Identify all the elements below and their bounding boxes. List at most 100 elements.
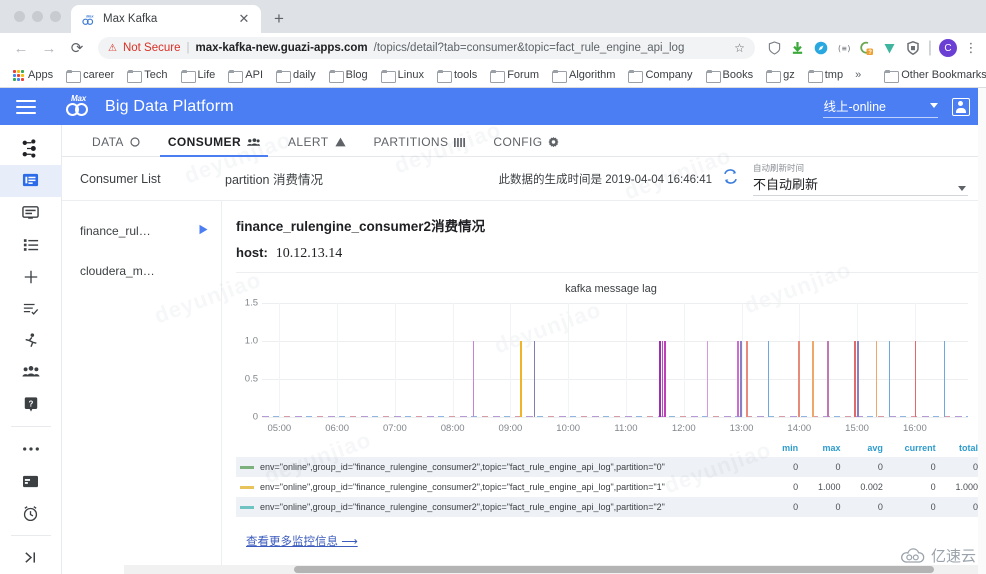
folder-icon bbox=[228, 69, 244, 83]
menu-hamburger-icon[interactable] bbox=[16, 99, 36, 114]
new-tab-button[interactable]: + bbox=[265, 5, 293, 33]
browser-tab[interactable]: Max Max Kafka ✕ bbox=[71, 5, 261, 33]
guard-icon[interactable] bbox=[905, 40, 921, 56]
bookmark-apps[interactable]: Apps bbox=[8, 67, 58, 83]
host-label: host: bbox=[236, 245, 268, 260]
back-icon[interactable]: ← bbox=[8, 35, 34, 61]
bookmark-life[interactable]: Life bbox=[176, 67, 221, 83]
rail-item-tasks[interactable] bbox=[0, 293, 62, 325]
consumer-list-label: Consumer List bbox=[80, 171, 161, 186]
browser-window: Max Max Kafka ✕ + ← → ⟳ ⚠ Not Secure | m… bbox=[0, 0, 986, 574]
parens-icon[interactable]: (≡) bbox=[836, 40, 852, 56]
bookmark-forum[interactable]: Forum bbox=[485, 67, 544, 83]
bookmark-books[interactable]: Books bbox=[701, 67, 759, 83]
rail-item-groups[interactable] bbox=[0, 356, 62, 388]
environment-select[interactable]: 线上-online bbox=[823, 96, 938, 118]
scrollbar-thumb[interactable] bbox=[294, 566, 934, 573]
gridline-vertical bbox=[625, 303, 627, 417]
rail-item-more[interactable] bbox=[0, 433, 62, 465]
bookmark-blog[interactable]: Blog bbox=[324, 67, 373, 83]
bookmark-daily[interactable]: daily bbox=[271, 67, 321, 83]
browser-menu-icon[interactable]: ⋮ bbox=[964, 40, 978, 56]
rail-item-add[interactable] bbox=[0, 261, 62, 293]
x-axis-tick: 14:00 bbox=[787, 423, 812, 434]
rail-item-list[interactable] bbox=[0, 229, 62, 261]
divider: | bbox=[927, 39, 932, 56]
circle-icon bbox=[130, 137, 140, 147]
gridline-vertical bbox=[510, 303, 512, 417]
maximize-window-button[interactable] bbox=[50, 11, 61, 22]
list-item[interactable]: finance_rul… bbox=[62, 211, 221, 251]
forward-icon[interactable]: → bbox=[36, 35, 62, 61]
bookmark-star-icon[interactable]: ☆ bbox=[734, 41, 745, 55]
close-icon[interactable]: ✕ bbox=[236, 11, 252, 27]
rail-item-collapse[interactable] bbox=[0, 542, 62, 574]
data-spike bbox=[706, 341, 709, 417]
bookmark-gz[interactable]: gz bbox=[761, 67, 800, 83]
bookmark-company[interactable]: Company bbox=[623, 67, 697, 83]
cell-current: 0 bbox=[930, 462, 936, 472]
user-account-icon[interactable] bbox=[952, 97, 970, 116]
rail-item-kafka-logo[interactable] bbox=[0, 133, 62, 165]
kafka-message-lag-chart[interactable]: 0 0.5 1.0 1.5 05:00 06:00 07:00 08:00 09:00 10:00… bbox=[236, 298, 972, 435]
bookmark-tmp[interactable]: tmp bbox=[803, 67, 848, 83]
bookmark-career[interactable]: career bbox=[61, 67, 119, 83]
rail-item-topics[interactable] bbox=[0, 164, 62, 197]
bookmarks-overflow-icon[interactable]: » bbox=[851, 69, 865, 81]
consumer-list-pane: finance_rul… cloudera_m… bbox=[62, 201, 222, 574]
tab-config[interactable]: CONFIG bbox=[479, 135, 573, 156]
y-axis-tick: 1.0 bbox=[244, 335, 258, 347]
data-spike bbox=[798, 341, 800, 417]
minimize-window-button[interactable] bbox=[32, 11, 43, 22]
col-avg: avg bbox=[867, 443, 883, 453]
gridline-vertical bbox=[683, 303, 685, 417]
download-icon[interactable] bbox=[790, 40, 806, 56]
rail-item-monitor[interactable] bbox=[0, 197, 62, 229]
tab-consumer[interactable]: CONSUMER bbox=[154, 135, 274, 157]
shield-icon[interactable] bbox=[767, 40, 783, 56]
tab-alert[interactable]: ALERT bbox=[274, 135, 359, 156]
table-row[interactable]: env="online",group_id="finance_rulengine… bbox=[236, 497, 986, 517]
detail-title: finance_rulengine_consumer2消费情况 bbox=[236, 219, 486, 234]
other-bookmarks[interactable]: Other Bookmarks bbox=[879, 67, 986, 83]
rail-item-help[interactable]: ? bbox=[0, 388, 62, 420]
bookmark-label: tmp bbox=[824, 69, 844, 81]
table-row[interactable]: env="online",group_id="finance_rulengine… bbox=[236, 477, 986, 497]
bookmark-algorithm[interactable]: Algorithm bbox=[547, 67, 620, 83]
rail-item-flow[interactable] bbox=[0, 325, 62, 357]
tab-data[interactable]: DATA bbox=[78, 135, 154, 156]
x-axis-tick: 06:00 bbox=[325, 423, 349, 434]
bookmark-tech[interactable]: Tech bbox=[122, 67, 172, 83]
folder-icon bbox=[380, 69, 396, 83]
auto-refresh-select[interactable]: 自动刷新时间 不自动刷新 bbox=[753, 162, 968, 196]
gridline bbox=[262, 417, 968, 418]
horizontal-scrollbar[interactable] bbox=[124, 565, 986, 574]
refresh-icon[interactable] bbox=[722, 169, 739, 188]
left-rail: ? bbox=[0, 125, 62, 574]
bookmark-api[interactable]: API bbox=[223, 67, 268, 83]
compass-icon[interactable] bbox=[813, 40, 829, 56]
rail-item-alarm[interactable] bbox=[0, 497, 62, 529]
tab-partitions[interactable]: PARTITIONS bbox=[360, 135, 480, 156]
profile-avatar[interactable]: C bbox=[939, 39, 957, 57]
x-axis-tick: 13:00 bbox=[729, 423, 754, 434]
tab-label: ALERT bbox=[288, 135, 329, 149]
v-icon[interactable] bbox=[882, 40, 898, 56]
y-axis-tick: 1.5 bbox=[244, 297, 258, 309]
more-monitoring-link[interactable]: 查看更多监控信息 ⟶ bbox=[246, 533, 986, 549]
play-triangle-icon[interactable] bbox=[198, 224, 209, 238]
data-spike bbox=[746, 341, 748, 417]
close-window-button[interactable] bbox=[14, 11, 25, 22]
address-bar[interactable]: ⚠ Not Secure | max-kafka-new.guazi-apps.… bbox=[98, 37, 755, 59]
table-row[interactable]: env="online",group_id="finance_rulengine… bbox=[236, 457, 986, 477]
bookmark-tools[interactable]: tools bbox=[432, 67, 482, 83]
data-spike bbox=[472, 341, 475, 417]
folder-icon bbox=[66, 69, 82, 83]
rail-item-archive[interactable] bbox=[0, 465, 62, 497]
tag-icon[interactable]: ? bbox=[859, 40, 875, 56]
list-item[interactable]: cloudera_m… bbox=[62, 251, 221, 291]
cell-max: 1.000 bbox=[817, 482, 841, 492]
reload-icon[interactable]: ⟳ bbox=[64, 35, 90, 61]
series-name-cell: env="online",group_id="finance_rulengine… bbox=[236, 457, 772, 477]
bookmark-linux[interactable]: Linux bbox=[376, 67, 429, 83]
